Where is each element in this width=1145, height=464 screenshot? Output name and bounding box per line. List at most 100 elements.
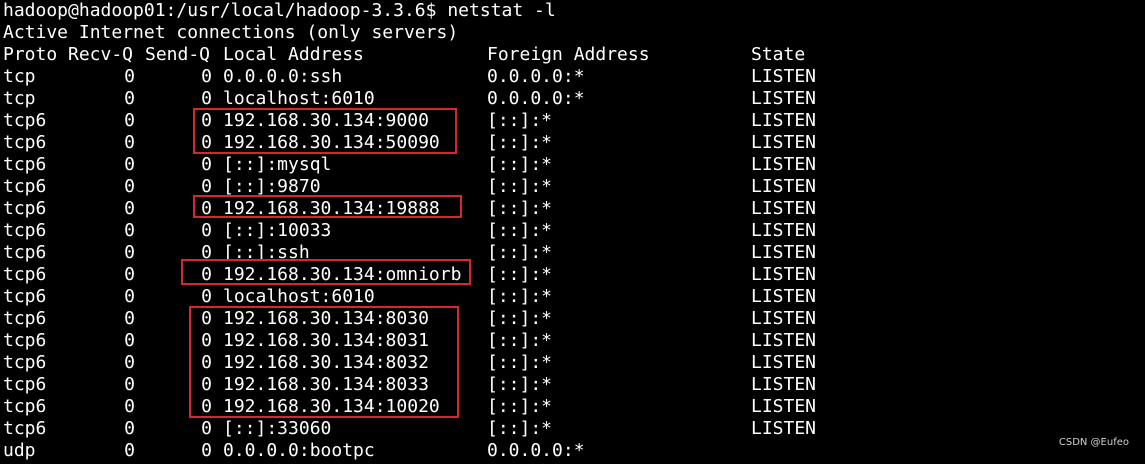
row-state: LISTEN <box>751 176 817 197</box>
row-state: LISTEN <box>751 308 817 329</box>
table-row: tcp6 0 0 [::]:ssh [::]:* LISTEN <box>3 242 1143 264</box>
row-state: LISTEN <box>751 396 817 417</box>
row-recv-q: 0 <box>124 264 135 285</box>
row-proto: tcp6 <box>3 286 47 307</box>
row-state: LISTEN <box>751 264 817 285</box>
row-proto: tcp6 <box>3 198 47 219</box>
table-row: udp 0 0 0.0.0.0:bootpc 0.0.0.0:* <box>3 440 1143 462</box>
row-foreign-address: [::]:* <box>487 220 553 241</box>
row-proto: tcp6 <box>3 110 47 131</box>
row-recv-q: 0 <box>124 374 135 395</box>
row-recv-q: 0 <box>124 154 135 175</box>
row-recv-q: 0 <box>124 220 135 241</box>
row-recv-q: 0 <box>124 308 135 329</box>
row-foreign-address: [::]:* <box>487 418 553 439</box>
row-recv-q: 0 <box>124 396 135 417</box>
row-state: LISTEN <box>751 374 817 395</box>
terminal-window[interactable]: hadoop@hadoop01:/usr/local/hadoop-3.3.6$… <box>0 0 1145 464</box>
row-recv-q: 0 <box>124 352 135 373</box>
table-row: tcp6 0 0 192.168.30.134:10020 [::]:* LISTEN <box>3 396 1143 418</box>
row-foreign-address: [::]:* <box>487 132 553 153</box>
row-state: LISTEN <box>751 286 817 307</box>
table-row: tcp6 0 0 [::]:9870 [::]:* LISTEN <box>3 176 1143 198</box>
highlight-box-19888 <box>193 195 462 218</box>
table-row: tcp6 0 0 192.168.30.134:9000 [::]:* LISTEN <box>3 110 1143 132</box>
row-state: LISTEN <box>751 418 817 439</box>
row-proto: tcp6 <box>3 132 47 153</box>
header-foreign-address: Foreign Address <box>487 44 650 65</box>
row-proto: tcp6 <box>3 264 47 285</box>
row-foreign-address: [::]:* <box>487 308 553 329</box>
table-header: Proto Recv-Q Send-Q Local Address Foreig… <box>3 44 1143 66</box>
row-foreign-address: 0.0.0.0:* <box>487 66 585 87</box>
table-row: tcp6 0 0 [::]:10033 [::]:* LISTEN <box>3 220 1143 242</box>
row-recv-q: 0 <box>124 440 135 461</box>
row-proto: tcp6 <box>3 374 47 395</box>
row-recv-q: 0 <box>124 418 135 439</box>
row-send-q: 0 <box>201 440 212 461</box>
row-proto: tcp6 <box>3 220 47 241</box>
row-local-address: 0.0.0.0:ssh <box>223 66 343 87</box>
row-state: LISTEN <box>751 154 817 175</box>
row-foreign-address: 0.0.0.0:* <box>487 88 585 109</box>
row-recv-q: 0 <box>124 198 135 219</box>
row-recv-q: 0 <box>124 132 135 153</box>
row-send-q: 0 <box>201 418 212 439</box>
header-recv-q: Recv-Q <box>68 44 134 65</box>
row-proto: udp <box>3 440 36 461</box>
row-state: LISTEN <box>751 198 817 219</box>
row-recv-q: 0 <box>124 330 135 351</box>
table-row: tcp 0 0 0.0.0.0:ssh 0.0.0.0:* LISTEN <box>3 66 1143 88</box>
row-foreign-address: [::]:* <box>487 286 553 307</box>
command-prompt-line: hadoop@hadoop01:/usr/local/hadoop-3.3.6$… <box>3 0 556 21</box>
row-foreign-address: [::]:* <box>487 330 553 351</box>
row-proto: tcp6 <box>3 352 47 373</box>
highlight-box-9000-50090 <box>193 108 457 154</box>
row-recv-q: 0 <box>124 242 135 263</box>
row-recv-q: 0 <box>124 66 135 87</box>
table-row: tcp6 0 0 192.168.30.134:omniorb [::]:* LISTEN <box>3 264 1143 286</box>
row-proto: tcp6 <box>3 330 47 351</box>
row-state: LISTEN <box>751 352 817 373</box>
table-row: tcp6 0 0 [::]:33060 [::]:* LISTEN <box>3 418 1143 440</box>
header-send-q: Send-Q <box>145 44 211 65</box>
row-state: LISTEN <box>751 242 817 263</box>
row-foreign-address: [::]:* <box>487 352 553 373</box>
row-recv-q: 0 <box>124 110 135 131</box>
row-foreign-address: [::]:* <box>487 374 553 395</box>
row-recv-q: 0 <box>124 88 135 109</box>
row-recv-q: 0 <box>124 176 135 197</box>
row-proto: tcp6 <box>3 396 47 417</box>
table-row: tcp6 0 0 192.168.30.134:8030 [::]:* LISTEN <box>3 308 1143 330</box>
row-proto: tcp <box>3 66 36 87</box>
row-state: LISTEN <box>751 110 817 131</box>
row-state: LISTEN <box>751 88 817 109</box>
row-send-q: 0 <box>201 220 212 241</box>
row-proto: tcp6 <box>3 308 47 329</box>
table-row: tcp6 0 0 localhost:6010 [::]:* LISTEN <box>3 286 1143 308</box>
row-state: LISTEN <box>751 132 817 153</box>
table-row: tcp6 0 0 192.168.30.134:50090 [::]:* LISTEN <box>3 132 1143 154</box>
row-proto: tcp6 <box>3 176 47 197</box>
row-proto: tcp6 <box>3 418 47 439</box>
watermark-text: CSDN @Eufeo <box>1058 437 1129 448</box>
row-foreign-address: [::]:* <box>487 176 553 197</box>
row-local-address: [::]:mysql <box>223 154 332 175</box>
row-proto: tcp <box>3 88 36 109</box>
row-foreign-address: [::]:* <box>487 154 553 175</box>
row-state: LISTEN <box>751 330 817 351</box>
header-local-address: Local Address <box>223 44 364 65</box>
row-foreign-address: [::]:* <box>487 264 553 285</box>
netstat-heading: Active Internet connections (only server… <box>3 22 459 43</box>
row-recv-q: 0 <box>124 286 135 307</box>
row-local-address: localhost:6010 <box>223 286 375 307</box>
header-proto: Proto <box>3 44 58 65</box>
row-foreign-address: [::]:* <box>487 198 553 219</box>
table-row: tcp6 0 0 192.168.30.134:19888 [::]:* LISTEN <box>3 198 1143 220</box>
row-local-address: localhost:6010 <box>223 88 375 109</box>
table-row: tcp6 0 0 192.168.30.134:8032 [::]:* LISTEN <box>3 352 1143 374</box>
row-foreign-address: [::]:* <box>487 396 553 417</box>
row-local-address: [::]:33060 <box>223 418 332 439</box>
row-proto: tcp6 <box>3 154 47 175</box>
row-local-address: [::]:10033 <box>223 220 332 241</box>
